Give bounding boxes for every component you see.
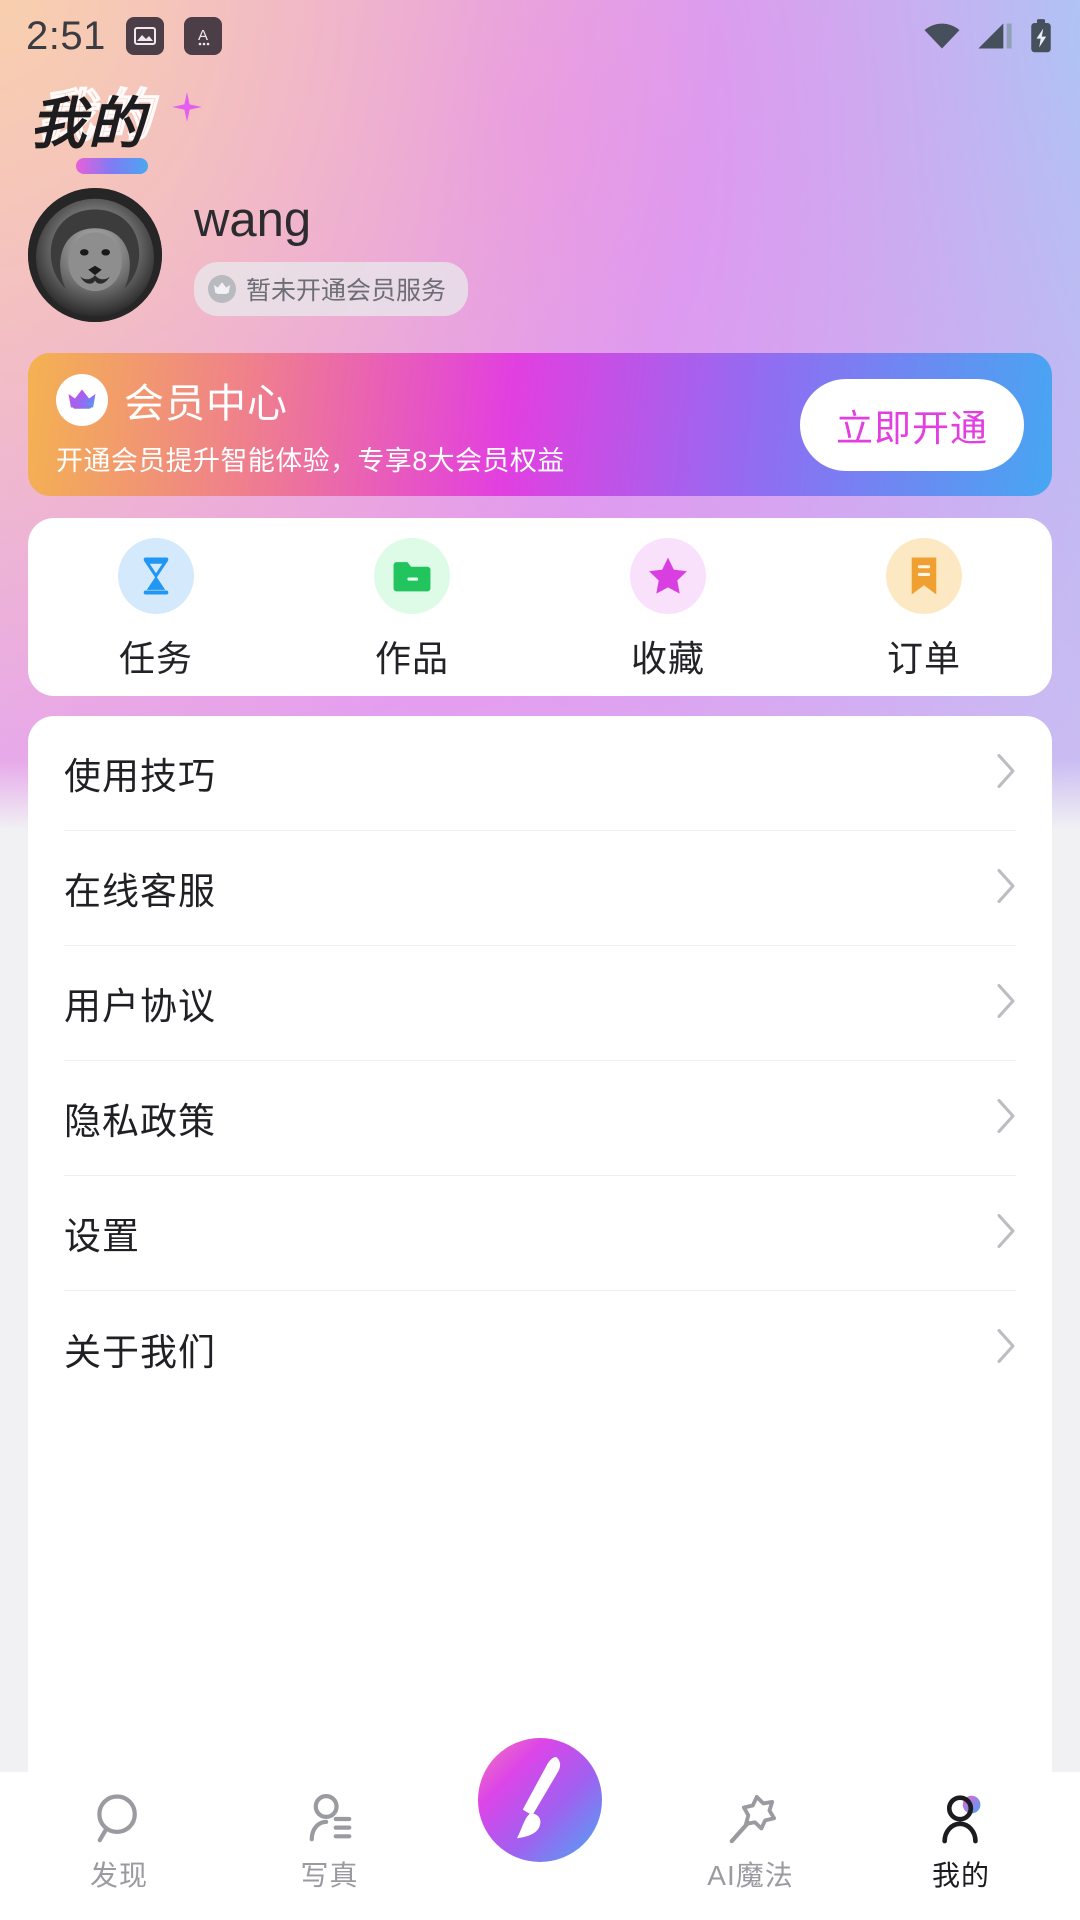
quick-action-label: 订单	[886, 638, 961, 679]
membership-subtitle: 开通会员提升智能体验，专享8大会员权益	[56, 446, 565, 476]
quick-action-tasks[interactable]: 任务	[91, 538, 221, 682]
username: wang	[194, 193, 312, 248]
image-icon	[125, 17, 164, 55]
membership-banner-text: 会员中心 开通会员提升智能体验，专享8大会员权益	[56, 371, 800, 478]
wifi-icon	[924, 23, 960, 49]
sparkle-icon	[172, 92, 202, 122]
quick-action-orders[interactable]: 订单	[859, 538, 989, 682]
menu-item-label: 使用技巧	[64, 756, 216, 797]
svg-text:A: A	[198, 27, 208, 44]
paintbrush-icon	[517, 1757, 561, 1839]
status-bar-right	[922, 18, 1054, 54]
menu-item-privacy-policy[interactable]: 隐私政策	[64, 1061, 1016, 1176]
menu-item-label: 关于我们	[64, 1331, 216, 1373]
nav-item-label: 我的	[931, 1860, 990, 1891]
create-button[interactable]	[478, 1738, 602, 1862]
nav-item-label: 写真	[300, 1860, 359, 1891]
chevron-right-icon	[996, 983, 1016, 1023]
status-badge[interactable]: 暂未开通会员服务	[194, 261, 469, 316]
chevron-right-icon	[996, 1098, 1016, 1138]
quick-action-works[interactable]: 作品	[347, 538, 477, 682]
membership-title-row: 会员中心	[56, 371, 800, 429]
chevron-right-icon	[996, 1329, 1016, 1368]
magic-wand-star-icon	[726, 1788, 776, 1850]
menu-item-about-us[interactable]: 关于我们	[64, 1291, 1016, 1406]
crown-icon	[56, 374, 108, 426]
membership-title: 会员中心	[124, 382, 288, 426]
nav-item-ai-magic[interactable]: AI魔法	[656, 1788, 846, 1894]
quick-action-label: 收藏	[630, 638, 705, 679]
status-bar-left: 2:51 A	[26, 14, 222, 59]
chevron-right-icon	[996, 753, 1016, 793]
folder-icon	[374, 538, 450, 614]
menu-item-customer-service[interactable]: 在线客服	[64, 831, 1016, 946]
quick-actions-card: 任务 作品 收藏 订单	[28, 518, 1052, 696]
menu-item-label: 设置	[64, 1216, 140, 1257]
page-title: 我的	[30, 92, 146, 155]
cellular-signal-icon	[978, 23, 1012, 49]
page-title-underline	[76, 158, 148, 174]
status-bar: 2:51 A	[0, 0, 1080, 72]
profile-section[interactable]: wang 暂未开通会员服务	[28, 188, 1052, 322]
quick-action-favorites[interactable]: 收藏	[603, 538, 733, 682]
profile-person-icon	[936, 1788, 986, 1850]
nav-item-label: AI魔法	[707, 1860, 794, 1891]
menu-item-user-agreement[interactable]: 用户协议	[64, 946, 1016, 1061]
membership-banner[interactable]: 会员中心 开通会员提升智能体验，专享8大会员权益 立即开通	[28, 353, 1052, 496]
status-badge-label: 暂未开通会员服务	[246, 276, 447, 305]
nav-item-label: 发现	[89, 1860, 148, 1891]
star-icon	[630, 538, 706, 614]
chevron-right-icon	[996, 1213, 1016, 1253]
hourglass-icon	[118, 538, 194, 614]
quick-action-label: 任务	[118, 638, 193, 679]
crown-icon	[208, 274, 236, 303]
search-icon	[94, 1788, 144, 1850]
chevron-right-icon	[996, 868, 1016, 908]
app-a-icon: A	[183, 17, 222, 55]
status-bar-clock: 2:51	[26, 13, 106, 58]
menu-item-label: 在线客服	[64, 871, 216, 912]
quick-action-label: 作品	[374, 638, 449, 679]
page-title-block: 我的 我的	[30, 87, 202, 174]
bookmark-icon	[886, 538, 962, 614]
activate-membership-button[interactable]: 立即开通	[800, 378, 1024, 471]
menu-item-label: 用户协议	[64, 986, 216, 1027]
menu-item-settings[interactable]: 设置	[64, 1176, 1016, 1291]
nav-item-discover[interactable]: 发现	[24, 1788, 214, 1894]
profile-info: wang 暂未开通会员服务	[194, 193, 469, 316]
nav-item-portrait[interactable]: 写真	[235, 1788, 425, 1894]
portrait-person-icon	[305, 1788, 355, 1850]
avatar[interactable]	[28, 188, 162, 322]
menu-item-label: 隐私政策	[64, 1101, 216, 1142]
nav-item-mine[interactable]: 我的	[866, 1788, 1056, 1894]
menu-item-tips[interactable]: 使用技巧	[64, 716, 1016, 831]
battery-charging-icon	[1031, 19, 1051, 53]
